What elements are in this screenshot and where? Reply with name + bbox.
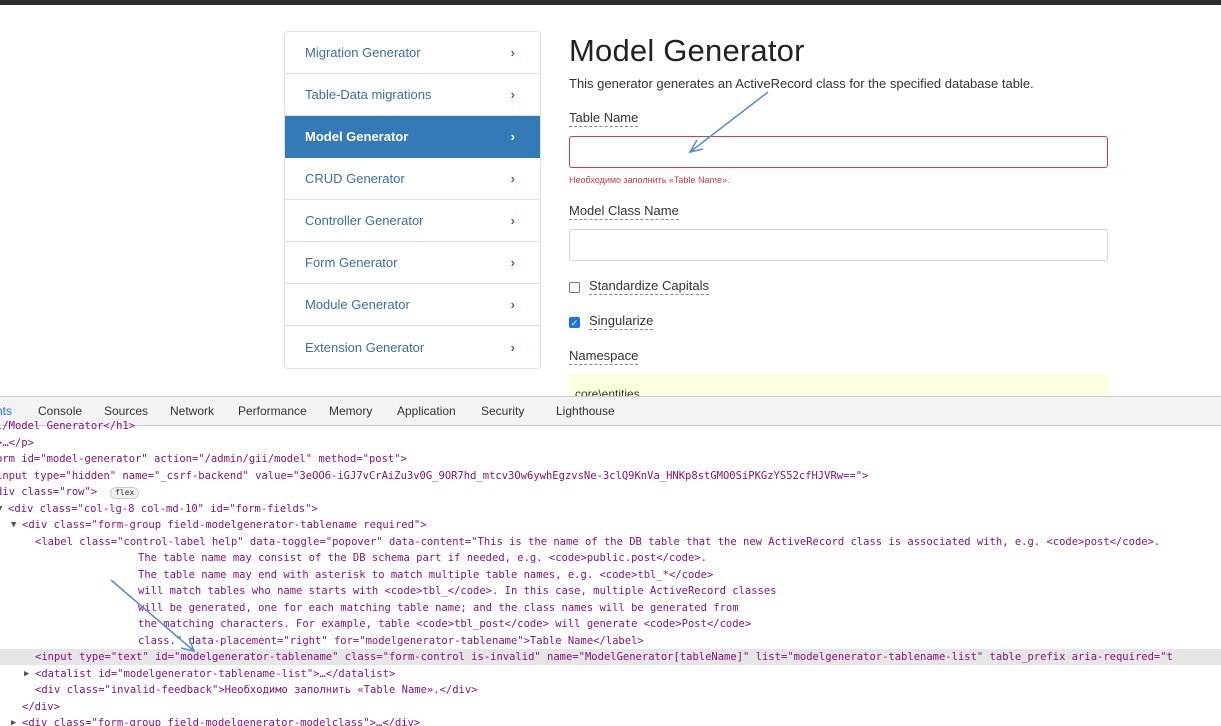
code-line[interactable]: <div class="invalid-feedback">Необходимо… xyxy=(0,682,1221,698)
chevron-right-icon: › xyxy=(510,339,515,355)
code-text: <datalist id="modelgenerator-tablename-l… xyxy=(35,667,396,680)
code-text: div class="row"> xyxy=(0,486,98,498)
chevron-right-icon: › xyxy=(510,87,515,102)
chevron-right-icon: › xyxy=(510,255,515,270)
devtools-tab-2[interactable]: Sources xyxy=(104,404,148,418)
page-lead: This generator generates an ActiveRecord… xyxy=(569,76,1034,91)
code-line[interactable]: ▼div class="row">flex xyxy=(0,484,1221,500)
code-line[interactable]: The table name may end with asterisk to … xyxy=(0,567,1221,583)
chevron-right-icon: › xyxy=(510,213,515,228)
devtools-tab-3[interactable]: Network xyxy=(170,404,214,418)
code-text: input type="hidden" name="_csrf-backend"… xyxy=(0,469,869,482)
chevron-right-icon: › xyxy=(510,129,515,144)
sidebar-item-4[interactable]: Controller Generator › xyxy=(285,200,540,242)
sidebar-item-label: Table-Data migrations xyxy=(305,87,432,102)
code-line[interactable]: </div> xyxy=(0,699,1221,715)
table-name-error: Необходимо заполнить «Table Name». xyxy=(569,175,730,185)
code-text: <div class="col-lg-8 col-md-10" id="form… xyxy=(8,502,318,515)
expand-down-icon[interactable]: ▼ xyxy=(11,517,16,533)
chevron-right-icon: › xyxy=(510,297,515,312)
model-class-input[interactable] xyxy=(569,229,1108,261)
code-text: will match tables who name starts with <… xyxy=(138,585,777,597)
generator-sidebar: Migration Generator › Table-Data migration… xyxy=(284,31,541,369)
chevron-right-icon: › xyxy=(510,45,515,60)
sidebar-item-label: Controller Generator xyxy=(305,213,424,228)
code-line[interactable]: ▶ <datalist id="modelgenerator-tablename-… xyxy=(0,666,1221,682)
standardize-label[interactable]: Standardize Capitals xyxy=(589,278,709,295)
code-line[interactable]: <label class="control-label help" data-t… xyxy=(0,534,1221,550)
sidebar-item-label: Extension Generator xyxy=(305,339,425,355)
code-line[interactable]: orm id="model-generator" action="/admin/… xyxy=(0,451,1221,467)
namespace-input[interactable]: core\entities xyxy=(569,374,1108,397)
sidebar-item-label: CRUD Generator xyxy=(305,171,405,186)
sidebar-item-0[interactable]: Migration Generator › xyxy=(285,32,540,74)
sidebar-item-1[interactable]: Table-Data migrations › xyxy=(285,74,540,116)
expand-right-icon[interactable]: ▶ xyxy=(24,666,29,682)
devtools-tab-7[interactable]: Security xyxy=(481,404,524,418)
code-line[interactable]: >…</p> xyxy=(0,435,1221,451)
table-name-label[interactable]: Table Name xyxy=(569,110,639,127)
devtools-tab-8[interactable]: Lighthouse xyxy=(556,404,615,418)
code-line[interactable]: ▼ <div class="form-group field-modelgener… xyxy=(0,517,1221,533)
sidebar-item-label: Model Generator xyxy=(305,129,409,144)
flex-badge[interactable]: flex xyxy=(110,487,140,499)
code-line[interactable]: input type="hidden" name="_csrf-backend"… xyxy=(0,468,1221,484)
code-text: class." data-placement="right" for="mode… xyxy=(138,634,644,647)
sidebar-item-label: Migration Generator xyxy=(305,45,421,60)
code-text: <div class="invalid-feedback">Необходимо… xyxy=(35,684,478,696)
code-text: the matching characters. For example, ta… xyxy=(138,618,752,630)
code-line[interactable]: The table name may consist of the DB sch… xyxy=(0,550,1221,566)
code-text: l/Model Generator</h1> xyxy=(0,420,136,432)
expand-down-icon[interactable]: ▼ xyxy=(0,501,2,517)
code-text: <label class="control-label help" data-t… xyxy=(35,535,1161,548)
namespace-label[interactable]: Namespace xyxy=(569,348,639,365)
devtools-tab-5[interactable]: Memory xyxy=(329,404,372,418)
code-text: will be generated, one for each matching… xyxy=(138,601,739,614)
code-line[interactable]: will be generated, one for each matching… xyxy=(0,600,1221,616)
code-line[interactable]: the matching characters. For example, ta… xyxy=(0,616,1221,632)
code-text: <div class="form-group field-modelgenera… xyxy=(22,717,421,726)
browser-top-bar xyxy=(0,0,1221,5)
table-name-input[interactable] xyxy=(569,136,1108,168)
singularize-label[interactable]: Singularize xyxy=(589,313,654,330)
sidebar-item-label: Module Generator xyxy=(305,297,410,312)
code-text: The table name may end with asterisk to … xyxy=(138,568,714,581)
sidebar-item-2[interactable]: Model Generator › xyxy=(285,116,540,158)
code-text: orm id="model-generator" action="/admin/… xyxy=(0,453,407,465)
devtools-tab-0[interactable]: nts xyxy=(0,404,12,418)
page-title: Model Generator xyxy=(569,33,805,68)
sidebar-item-label: Form Generator xyxy=(305,255,398,270)
code-line[interactable]: l/Model Generator</h1> xyxy=(0,418,1221,434)
devtools-panel: nts Console Sources Network Performance Memor… xyxy=(0,396,1221,726)
code-text: The table name may consist of the DB sch… xyxy=(138,552,707,564)
code-line[interactable]: <input type="text" id="modelgenerator-ta… xyxy=(0,649,1221,665)
devtools-tab-1[interactable]: Console xyxy=(38,404,82,418)
standardize-checkbox[interactable] xyxy=(569,282,580,293)
devtools-tab-4[interactable]: Performance xyxy=(238,404,307,418)
singularize-checkbox[interactable]: ✓ xyxy=(569,317,580,328)
code-line[interactable]: ▼ <div class="col-lg-8 col-md-10" id="for… xyxy=(0,501,1221,517)
code-line[interactable]: ▶ <div class="form-group field-modelgener… xyxy=(0,715,1221,726)
code-text: <input type="text" id="modelgenerator-ta… xyxy=(35,651,1173,663)
code-text: </div> xyxy=(22,700,60,713)
code-text: >…</p> xyxy=(0,436,34,449)
sidebar-item-7[interactable]: Extension Generator › xyxy=(285,326,540,368)
sidebar-item-6[interactable]: Module Generator › xyxy=(285,284,540,326)
model-class-label[interactable]: Model Class Name xyxy=(569,203,679,220)
sidebar-item-3[interactable]: CRUD Generator › xyxy=(285,158,540,200)
sidebar-item-5[interactable]: Form Generator › xyxy=(285,242,540,284)
expand-right-icon[interactable]: ▶ xyxy=(11,715,16,726)
code-line[interactable]: class." data-placement="right" for="mode… xyxy=(0,633,1221,649)
code-text: <div class="form-group field-modelgenera… xyxy=(22,519,427,531)
code-line[interactable]: will match tables who name starts with <… xyxy=(0,583,1221,599)
devtools-tab-6[interactable]: Application xyxy=(397,404,456,418)
chevron-right-icon: › xyxy=(510,171,515,186)
